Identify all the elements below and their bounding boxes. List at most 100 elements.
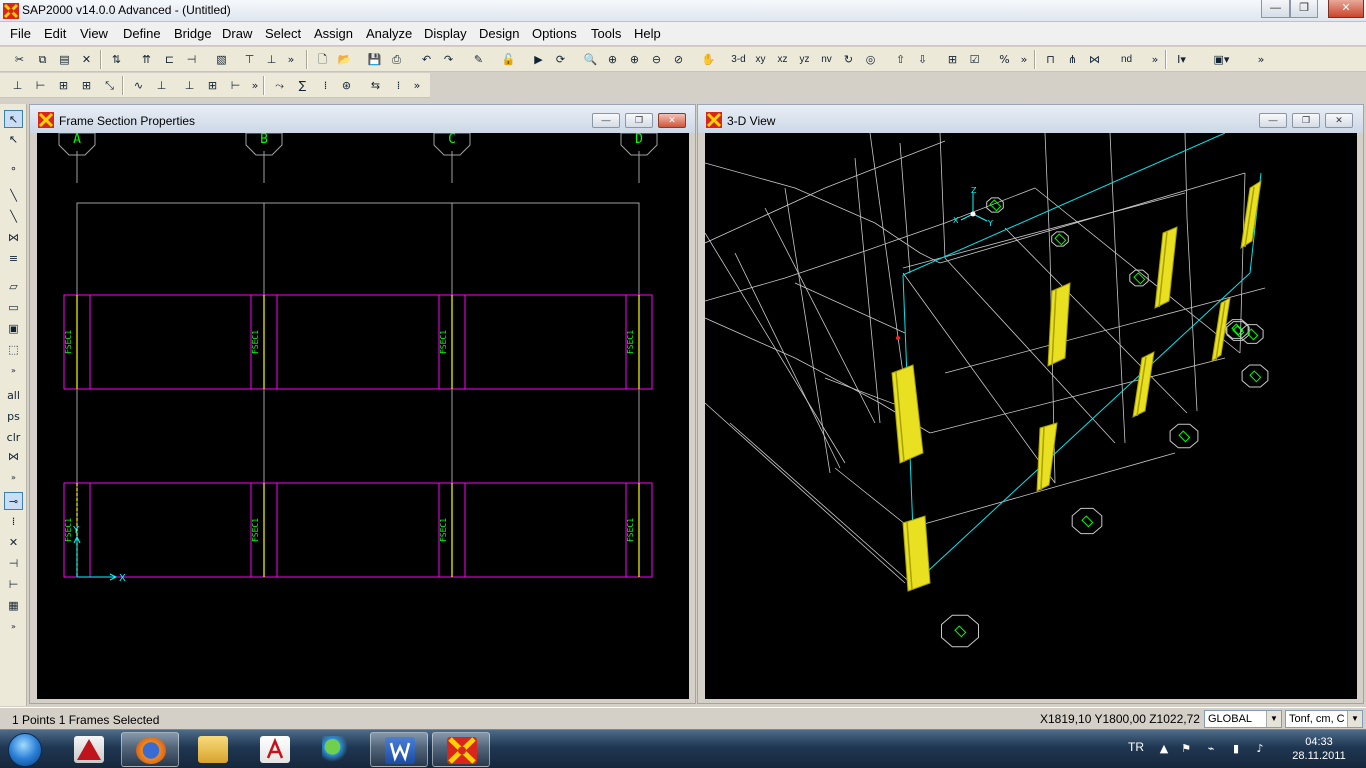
plan-view-drawing[interactable]: A B C D FSEC1 FSEC1 FSEC1 FSEC1 FSEC1 FSEC1 FS… (37, 133, 689, 699)
toolbar-overflow-icon[interactable]: » (1019, 50, 1029, 69)
copy-icon[interactable]: ⧉ (33, 50, 52, 69)
draw-solid-icon[interactable]: ⬚ (4, 341, 23, 359)
temperature-load-icon[interactable]: ⊢ (226, 76, 245, 95)
menu-draw[interactable]: Draw (222, 26, 252, 41)
plan-canvas[interactable]: A B C D FSEC1 FSEC1 FSEC1 FSEC1 FSEC1 FSEC1 FS… (37, 133, 689, 699)
rotate-3d-icon[interactable]: ⟳ (551, 50, 570, 69)
zoom-full-icon[interactable]: ⊕ (603, 50, 622, 69)
run-analysis-icon[interactable]: ▶ (529, 50, 548, 69)
display-options-icon[interactable]: ▣▾ (1212, 50, 1231, 69)
coord-system-select[interactable]: GLOBAL ▼ (1204, 710, 1282, 728)
set-display-icon[interactable]: ⊞ (943, 50, 962, 69)
previous-selection-button[interactable]: ps (4, 408, 23, 426)
draw-poly-area-icon[interactable]: ▱ (4, 278, 23, 296)
zoom-in-icon[interactable]: ⊕ (625, 50, 644, 69)
display-forces-icon[interactable]: ∑ (293, 76, 312, 95)
menu-assign[interactable]: Assign (314, 26, 353, 41)
maximize-button[interactable]: ❐ (1290, 0, 1318, 18)
menu-analyze[interactable]: Analyze (366, 26, 412, 41)
toolbar-overflow-icon[interactable]: » (250, 76, 260, 95)
frame-section-icon[interactable]: ⊞ (54, 76, 73, 95)
join-frames-icon[interactable]: ⊤ (240, 50, 259, 69)
paste-icon[interactable]: ▤ (55, 50, 74, 69)
draw-frame-icon[interactable]: ╲ (4, 187, 23, 205)
taskbar-word[interactable] (370, 732, 428, 767)
view-3d-button[interactable]: 3-d (729, 50, 748, 69)
close-button[interactable]: ✕ (1325, 113, 1353, 128)
pointer-icon[interactable]: ↖ (4, 110, 23, 128)
zoom-window-icon[interactable]: 🔍 (581, 50, 600, 69)
view-yz-button[interactable]: yz (795, 50, 814, 69)
power-icon[interactable]: ⌁ (1203, 741, 1219, 757)
draw-rect-area-icon[interactable]: ▭ (4, 299, 23, 317)
rotate-view-icon[interactable]: ↻ (839, 50, 858, 69)
units-select[interactable]: Tonf, cm, C ▼ (1285, 710, 1363, 728)
snap-joints-icon[interactable]: ⊸ (4, 492, 23, 510)
snap-grid-icon[interactable]: ▦ (4, 597, 23, 615)
quick-draw-area-icon[interactable]: ▣ (4, 320, 23, 338)
open-icon[interactable]: 📂 (335, 50, 354, 69)
taskbar-messenger[interactable] (308, 732, 366, 767)
menu-select[interactable]: Select (265, 26, 301, 41)
language-indicator[interactable]: TR (1128, 740, 1144, 754)
select-intersect-icon[interactable]: ⋈ (4, 448, 23, 466)
new-model-icon[interactable]: 🗋 (313, 50, 332, 69)
draw-frame-icon[interactable]: ⊓ (1041, 50, 1060, 69)
display-deformed-icon[interactable]: ⤳ (270, 76, 289, 95)
view-xy-button[interactable]: xy (751, 50, 770, 69)
taskbar-firefox[interactable] (121, 732, 179, 767)
taskbar-sap2000[interactable] (432, 732, 490, 767)
redo-icon[interactable]: ↷ (439, 50, 458, 69)
toolbar-overflow-icon[interactable]: » (1150, 50, 1160, 69)
trim-frames-icon[interactable]: ⊥ (262, 50, 281, 69)
save-icon[interactable]: 💾 (365, 50, 384, 69)
draw-cable-icon[interactable]: ≡ (4, 250, 23, 268)
minimize-button[interactable]: — (1259, 113, 1287, 128)
perspective-icon[interactable]: ◎ (861, 50, 880, 69)
minimize-button[interactable]: — (592, 113, 620, 128)
taskbar-autocad[interactable] (60, 732, 118, 767)
move-down-icon[interactable]: ⇩ (913, 50, 932, 69)
action-center-icon[interactable]: ⚑ (1178, 741, 1194, 757)
chevron-down-icon[interactable]: ▼ (1347, 711, 1362, 727)
taskbar-acrobat[interactable] (246, 732, 304, 767)
lock-icon[interactable]: 🔓 (499, 50, 518, 69)
clear-selection-button[interactable]: clr (4, 429, 23, 447)
reshape-icon[interactable]: ↖ (4, 131, 23, 149)
draw-bracing-icon[interactable]: ⋈ (1085, 50, 1104, 69)
menu-edit[interactable]: Edit (44, 26, 66, 41)
check-icon[interactable]: ☑ (965, 50, 984, 69)
delete-icon[interactable]: ✕ (77, 50, 96, 69)
toolbar-overflow-icon[interactable]: » (4, 362, 23, 380)
menu-file[interactable]: File (10, 26, 31, 41)
move-up-icon[interactable]: ⇧ (891, 50, 910, 69)
display-stress-icon[interactable]: ⊛ (337, 76, 356, 95)
edit-area-icon[interactable]: ▧ (212, 50, 231, 69)
toolbar-overflow-icon[interactable]: » (4, 618, 23, 636)
network-icon[interactable]: ▮ (1228, 741, 1244, 757)
area-load-icon[interactable]: ⊞ (203, 76, 222, 95)
draw-truss-icon[interactable]: ⋔ (1063, 50, 1082, 69)
frame-release-icon[interactable]: ⊢ (31, 76, 50, 95)
refresh-window-icon[interactable]: ✎ (469, 50, 488, 69)
select-all-button[interactable]: all (4, 387, 23, 405)
pan-icon[interactable]: ✋ (699, 50, 718, 69)
snap-line-icon[interactable]: ⊢ (4, 576, 23, 594)
align-icon[interactable]: ⊏ (160, 50, 179, 69)
zoom-previous-icon[interactable]: ⊘ (669, 50, 688, 69)
close-button[interactable]: ✕ (1328, 0, 1364, 18)
joint-restraint-icon[interactable]: ⊥ (8, 76, 27, 95)
3d-canvas[interactable]: Z X Y (705, 133, 1357, 699)
display-options-icon[interactable]: ⁞ (389, 76, 408, 95)
undo-icon[interactable]: ↶ (417, 50, 436, 69)
volume-icon[interactable]: ♪ (1252, 741, 1268, 757)
maximize-button[interactable]: ❐ (1292, 113, 1320, 128)
display-reactions-icon[interactable]: ⁞ (316, 76, 335, 95)
view-xz-button[interactable]: xz (773, 50, 792, 69)
percent-icon[interactable]: % (995, 50, 1014, 69)
snap-intersect-icon[interactable]: ✕ (4, 534, 23, 552)
cut-icon[interactable]: ✂ (10, 50, 29, 69)
menu-design[interactable]: Design (479, 26, 519, 41)
draw-joint-icon[interactable]: ∘ (4, 160, 23, 178)
local-axes-icon[interactable]: ⤡ (100, 76, 119, 95)
